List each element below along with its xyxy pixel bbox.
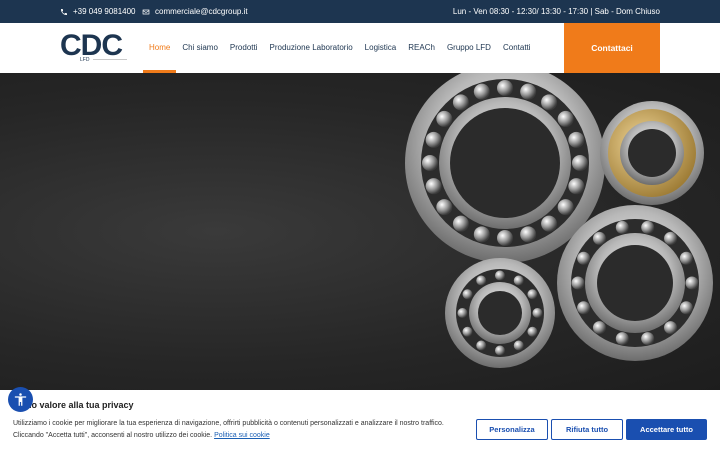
bearing-ball [495,345,505,356]
cookie-title: no valore alla tua privacy [26,400,134,410]
bearing-ball [520,83,537,100]
logo-subtext: LFD [78,57,92,63]
bearing-ball [497,80,513,96]
bearing-ball [513,275,524,286]
bearing-gold [600,101,704,205]
bearing-ball [495,270,505,281]
bearing-ball [527,289,538,300]
phone-number: +39 049 9081400 [73,7,136,16]
bearings-image [405,73,713,368]
contattaci-button[interactable]: Contattaci [564,23,660,73]
nav-chi-siamo[interactable]: Chi siamo [176,23,224,73]
bearing-ball [572,155,588,171]
nav-prodotti[interactable]: Prodotti [224,23,264,73]
accessibility-button[interactable] [8,387,33,412]
nav-reach[interactable]: REACh [402,23,441,73]
bearing-ball [497,230,513,246]
email-contact[interactable]: commerciale@cdcgroup.it [142,0,248,23]
cdc-logo[interactable]: CDC LFD [60,31,132,65]
cookie-description: Utilizziamo i cookie per migliorare la t… [13,418,473,442]
bearing-ball [577,301,591,315]
nav-home[interactable]: Home [143,23,177,73]
bearing-ball [557,110,574,127]
bearing-ball [425,131,442,148]
bearing-ball [557,199,574,216]
envelope-icon [142,9,150,14]
nav-contatti[interactable]: Contatti [497,23,537,73]
bearing-ball [520,226,537,243]
bearing-ball [641,332,655,346]
bearing-ball [436,199,453,216]
bearing-ball [513,340,524,351]
bearing-ball [541,94,558,111]
site-header: CDC LFD Home Chi siamo Prodotti Produzio… [0,23,720,73]
nav-gruppo-lfd[interactable]: Gruppo LFD [441,23,497,73]
bearing-ball [641,220,655,234]
opening-hours-text: Lun - Ven 08:30 - 12:30/ 13:30 - 17:30 |… [452,7,660,16]
bearing-ball [476,275,487,286]
phone-contact[interactable]: +39 049 9081400 [60,0,136,23]
bearing-ball [462,326,473,337]
email-address: commerciale@cdcgroup.it [155,7,248,16]
bearing-ball [568,131,585,148]
bearing-ball [615,220,629,234]
rifiuta-tutto-button[interactable]: Rifiuta tutto [551,419,623,440]
bearing-ball [568,178,585,195]
bearing-ball [615,332,629,346]
bearing-ball [473,226,490,243]
opening-hours: Lun - Ven 08:30 - 12:30/ 13:30 - 17:30 |… [453,0,660,23]
nav-logistica[interactable]: Logistica [359,23,403,73]
bearing-ball [664,231,678,245]
bearing-ball [664,321,678,335]
bearing-ball [436,110,453,127]
bearing-ball [462,289,473,300]
personalizza-button[interactable]: Personalizza [476,419,548,440]
bearing-ball [577,251,591,265]
bearing-ball [476,340,487,351]
bearing-ball [452,94,469,111]
bearing-ball [452,215,469,232]
bearing-ball [679,251,693,265]
cookie-policy-link[interactable]: Politica sui cookie [214,432,270,439]
phone-icon [61,8,67,15]
logo-underline [93,59,127,60]
bearing-ball [592,321,606,335]
cookie-consent-banner: no valore alla tua privacy Utilizziamo i… [0,390,720,450]
bearing-ball [532,308,543,318]
bearing-ball [422,155,438,171]
bearing-ball [457,308,468,318]
top-contact-bar: +39 049 9081400 commerciale@cdcgroup.it … [0,0,720,23]
main-navigation: Home Chi siamo Prodotti Produzione Labor… [143,23,537,73]
bearing-ball [685,276,699,290]
bearing-ball [571,276,585,290]
bearing-ball [592,231,606,245]
bearing-small [445,258,555,368]
bearing-ball [527,326,538,337]
bearing-ball [425,178,442,195]
bearing-right [557,205,713,361]
bearing-ball [541,215,558,232]
bearing-ball [473,83,490,100]
bearing-ball [679,301,693,315]
accessibility-icon [14,393,27,406]
accetta-tutto-button[interactable]: Accettare tutto [626,419,707,440]
nav-produzione-laboratorio[interactable]: Produzione Laboratorio [264,23,359,73]
hero-banner [0,73,720,390]
